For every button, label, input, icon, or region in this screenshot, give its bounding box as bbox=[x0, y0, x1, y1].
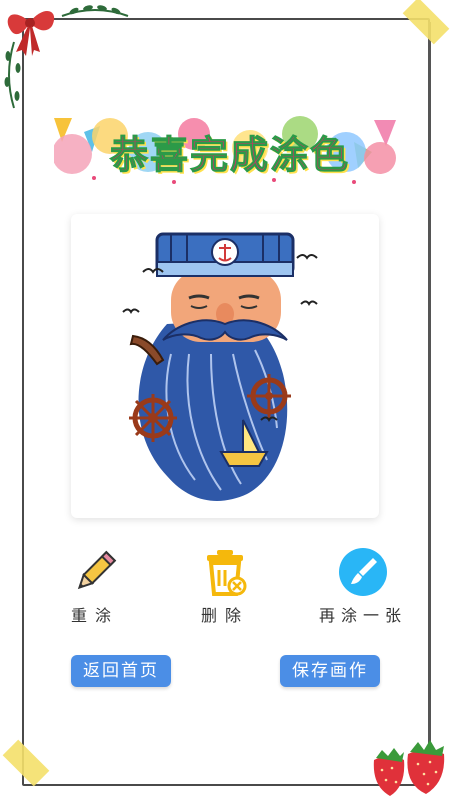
frame-shadow bbox=[428, 22, 431, 782]
ship-wheel-icon bbox=[129, 394, 177, 442]
back-home-button[interactable]: 返回首页 bbox=[71, 655, 171, 687]
delete-action[interactable]: 删除 bbox=[170, 546, 280, 626]
sailor-artwork bbox=[122, 232, 318, 501]
color-again-label: 再涂一张 bbox=[318, 606, 407, 625]
pencil-icon[interactable] bbox=[69, 546, 121, 598]
redo-action[interactable]: 重涂 bbox=[40, 546, 150, 626]
congrats-banner: 恭喜完成涂色 bbox=[54, 112, 396, 188]
banner-title: 恭喜完成涂色 bbox=[110, 132, 351, 178]
delete-label: 删除 bbox=[200, 606, 249, 625]
trash-icon[interactable] bbox=[199, 546, 251, 598]
brush-icon[interactable] bbox=[337, 546, 389, 598]
color-again-action[interactable]: 再涂一张 bbox=[307, 546, 419, 626]
leaf-vine-side-icon bbox=[4, 41, 21, 109]
artwork-card bbox=[71, 214, 379, 518]
save-artwork-button[interactable]: 保存画作 bbox=[280, 655, 380, 687]
strawberry-icon bbox=[373, 740, 445, 796]
redo-label: 重涂 bbox=[70, 606, 119, 625]
leaf-vine-icon bbox=[61, 5, 129, 17]
